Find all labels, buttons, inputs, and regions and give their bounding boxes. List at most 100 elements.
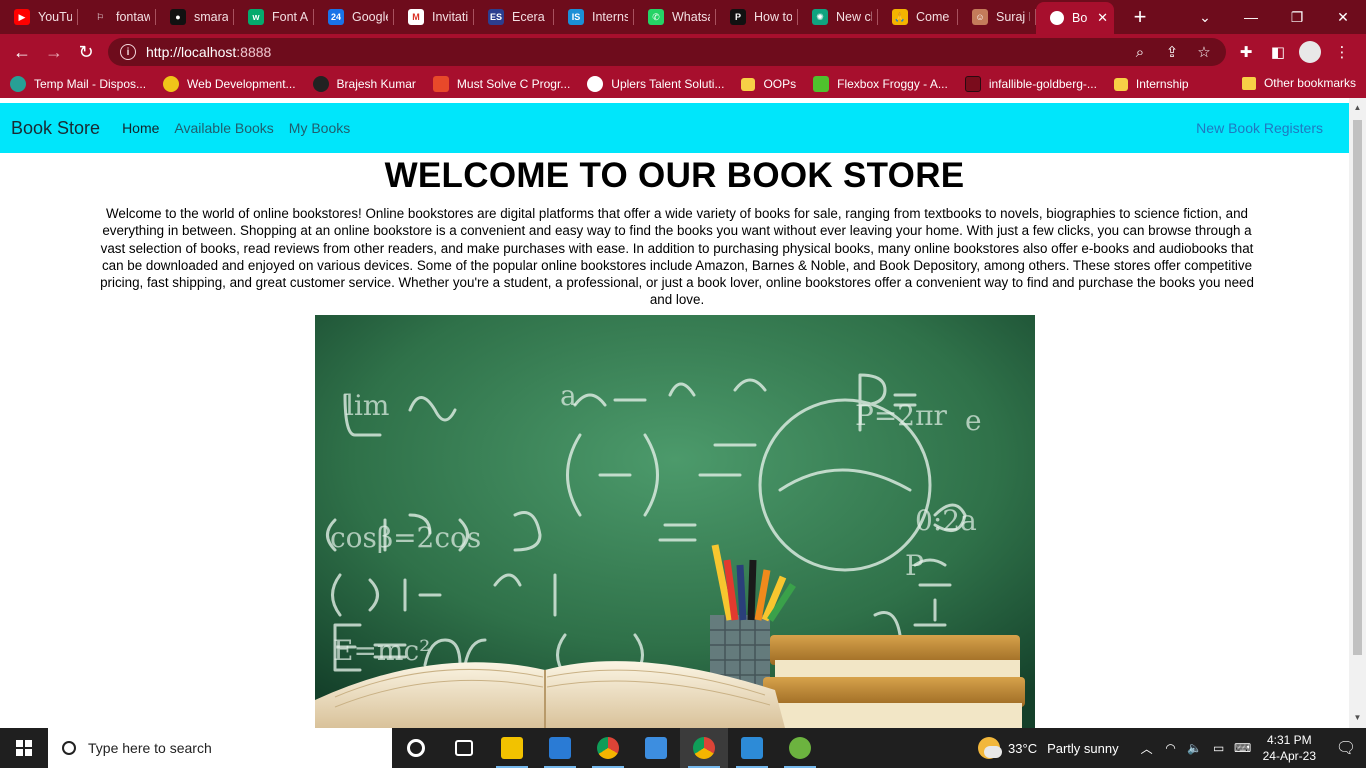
scroll-up-arrow-icon[interactable]: ▲ xyxy=(1349,100,1366,116)
scroll-down-arrow-icon[interactable]: ▼ xyxy=(1349,710,1366,726)
bookmark-item[interactable]: Web Development... xyxy=(163,76,296,92)
bookmark-item[interactable]: Brajesh Kumar xyxy=(312,76,416,92)
file-explorer-glyph xyxy=(501,737,523,759)
show-hidden-icons-chevron-icon[interactable]: ︿ xyxy=(1136,740,1158,757)
task-view-glyph xyxy=(455,740,473,756)
back-button[interactable]: ← xyxy=(6,36,38,68)
browser-tab[interactable]: P How to xyxy=(716,0,798,34)
browser-tab[interactable]: M Invitati xyxy=(394,0,474,34)
taskbar-clock[interactable]: 4:31 PM 24-Apr-23 xyxy=(1263,732,1316,764)
browser-toolbar: ← → ↻ i http://localhost:8888 ⌕ ⇪ ☆ ✚ ◧ … xyxy=(0,34,1366,70)
spring-tool-glyph xyxy=(789,737,811,759)
store-icon[interactable] xyxy=(632,728,680,768)
window-controls: ⌄ — ❐ ✕ xyxy=(1182,0,1366,34)
browser-tab[interactable]: 🙏 Come xyxy=(878,0,958,34)
extensions-puzzle-icon[interactable]: ✚ xyxy=(1230,43,1262,61)
svg-text:E=mc²: E=mc² xyxy=(333,634,430,667)
close-tab-icon[interactable]: ✕ xyxy=(1097,10,1108,26)
browser-tab-label: Suraj P xyxy=(996,10,1030,24)
bookmark-item[interactable]: Temp Mail - Dispos... xyxy=(10,76,146,92)
new-tab-button[interactable]: + xyxy=(1128,4,1152,30)
browser-tab-label: fontaw xyxy=(116,10,150,24)
folder-icon xyxy=(1113,77,1128,91)
browser-tab-active[interactable]: Boo ✕ xyxy=(1036,2,1114,34)
taskbar-apps xyxy=(392,728,824,768)
browser-tab-label: smaran xyxy=(194,10,228,24)
tab-search-chevron-icon[interactable]: ⌄ xyxy=(1182,9,1228,26)
browser-tab[interactable]: ● smaran xyxy=(156,0,234,34)
file-explorer-icon[interactable] xyxy=(488,728,536,768)
bookmark-label: Flexbox Froggy - A... xyxy=(837,77,948,91)
bookmark-item[interactable]: Uplers Talent Soluti... xyxy=(587,76,724,92)
share-icon[interactable]: ⇪ xyxy=(1156,43,1188,61)
browser-tab[interactable]: ☺ Suraj P xyxy=(958,0,1036,34)
browser-tab[interactable]: IS Interns xyxy=(554,0,634,34)
browser-tab-label: New ch xyxy=(836,10,872,24)
side-panel-icon[interactable]: ◧ xyxy=(1262,43,1294,61)
restore-button[interactable]: ❐ xyxy=(1274,9,1320,26)
clock-time: 4:31 PM xyxy=(1266,733,1312,747)
browser-tab[interactable]: ✺ New ch xyxy=(798,0,878,34)
scrollbar-thumb[interactable] xyxy=(1353,120,1362,655)
browser-tab-label: Whatsa xyxy=(672,10,710,24)
keyboard-icon[interactable]: ⌨ xyxy=(1232,741,1254,755)
browser-tab[interactable]: ES Ecera S xyxy=(474,0,554,34)
browser-tab[interactable]: w Font A xyxy=(234,0,314,34)
pray-icon: 🙏 xyxy=(892,9,908,25)
nav-home-link[interactable]: Home xyxy=(122,120,159,136)
bookmark-item[interactable]: Internship xyxy=(1113,77,1189,91)
vscode-icon[interactable] xyxy=(728,728,776,768)
battery-icon[interactable]: ▭ xyxy=(1208,741,1230,755)
forward-button[interactable]: → xyxy=(38,36,70,68)
nav-available-books-link[interactable]: Available Books xyxy=(174,120,273,136)
cortana-icon[interactable] xyxy=(392,728,440,768)
netlify-icon xyxy=(964,76,981,92)
new-book-registers-link[interactable]: New Book Registers xyxy=(1196,103,1323,153)
other-bookmarks[interactable]: Other bookmarks xyxy=(1241,76,1356,90)
browser-tab[interactable]: ⚐ fontaw xyxy=(78,0,156,34)
reload-button[interactable]: ↻ xyxy=(70,36,102,68)
page-scrollbar[interactable]: ▲ ▼ xyxy=(1349,98,1366,728)
bookmark-star-icon[interactable]: ☆ xyxy=(1188,43,1220,61)
windows-logo-icon xyxy=(16,740,32,756)
bookmark-item[interactable]: Flexbox Froggy - A... xyxy=(813,76,948,92)
weather-temp: 33°C xyxy=(1008,740,1038,756)
browser-tab-label: Font A xyxy=(272,10,308,24)
site-info-icon[interactable]: i xyxy=(120,44,136,60)
vscode-glyph xyxy=(741,737,763,759)
weather-widget[interactable]: 33°C Partly sunny xyxy=(978,737,1119,759)
site-brand[interactable]: Book Store xyxy=(11,118,100,139)
taskbar-search-box[interactable]: Type here to search xyxy=(48,728,392,768)
url-text[interactable]: http://localhost:8888 xyxy=(146,44,271,60)
browser-menu-icon[interactable]: ⋮ xyxy=(1326,43,1358,61)
volume-icon[interactable]: 🔈 xyxy=(1184,741,1206,755)
minimize-button[interactable]: — xyxy=(1228,9,1274,25)
task-view-icon[interactable] xyxy=(440,728,488,768)
folder-icon xyxy=(741,77,756,91)
browser-tab[interactable]: ▶ YouTub xyxy=(0,0,78,34)
bookmark-item[interactable]: infallible-goldberg-... xyxy=(964,76,1097,92)
chrome-profile-icon[interactable] xyxy=(680,728,728,768)
notifications-icon[interactable]: 🗨 xyxy=(1326,738,1366,758)
browser-tab-label: How to xyxy=(754,10,792,24)
chatgpt-icon: ✺ xyxy=(812,9,828,25)
svg-text:a: a xyxy=(560,379,577,412)
nav-my-books-link[interactable]: My Books xyxy=(289,120,350,136)
youtube-icon: ▶ xyxy=(14,9,30,25)
w3schools-icon: w xyxy=(248,9,264,25)
spring-tool-icon[interactable] xyxy=(776,728,824,768)
chrome-globe-icon xyxy=(1050,11,1064,25)
start-button[interactable] xyxy=(0,728,48,768)
mail-icon[interactable] xyxy=(536,728,584,768)
chrome-icon[interactable] xyxy=(584,728,632,768)
network-icon[interactable]: ◠ xyxy=(1160,741,1182,755)
zoom-search-icon[interactable]: ⌕ xyxy=(1124,44,1156,61)
address-bar[interactable]: i http://localhost:8888 ⌕ ⇪ ☆ xyxy=(108,38,1226,66)
browser-tab[interactable]: 24 Google xyxy=(314,0,394,34)
bookmark-item[interactable]: Must Solve C Progr... xyxy=(432,76,570,92)
browser-tab[interactable]: ✆ Whatsa xyxy=(634,0,716,34)
profile-avatar[interactable] xyxy=(1299,41,1321,63)
windows-taskbar: Type here to search 33°C Partly sunny ︿ … xyxy=(0,728,1366,768)
close-window-button[interactable]: ✕ xyxy=(1320,9,1366,26)
bookmark-item[interactable]: OOPs xyxy=(741,77,796,91)
